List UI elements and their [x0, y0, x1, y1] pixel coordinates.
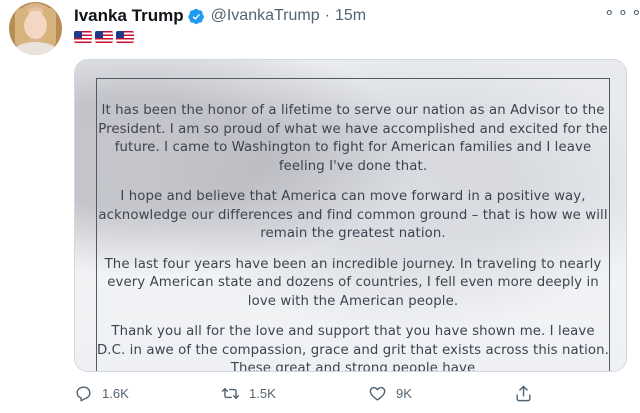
letter-text: It has been the honor of a lifetime to s…	[96, 102, 610, 372]
verified-badge-icon	[187, 8, 204, 24]
more-options-icon[interactable]: ⚬⚬⚬	[603, 4, 640, 22]
letter-paragraph: I hope and believe that America can move…	[98, 189, 608, 241]
avatar-face	[24, 12, 47, 39]
tweet-actions: 1.6K 1.5K 9K	[74, 381, 627, 405]
tweet-timestamp[interactable]: 15m	[335, 7, 366, 25]
reply-button[interactable]: 1.6K	[74, 381, 129, 405]
us-flag-icon	[74, 31, 92, 43]
heart-icon	[369, 386, 386, 401]
letter-paragraph: The last four years have been an incredi…	[104, 256, 602, 309]
tweet: Ivanka Trump @IvankaTrump · 15m ⚬⚬⚬ It h…	[0, 0, 640, 413]
us-flag-icon	[116, 31, 134, 43]
retweet-icon	[221, 387, 240, 399]
reply-icon	[76, 385, 91, 401]
tweet-header: Ivanka Trump @IvankaTrump · 15m	[74, 5, 366, 27]
letter-paragraph: It has been the honor of a lifetime to s…	[98, 103, 608, 174]
separator-dot: ·	[324, 7, 330, 24]
share-icon	[516, 385, 531, 401]
author-handle[interactable]: @IvankaTrump	[211, 7, 320, 25]
like-count: 9K	[396, 385, 412, 401]
letter-paragraph: Thank you all for the love and support t…	[96, 324, 610, 372]
share-button[interactable]	[514, 381, 533, 405]
tweet-image[interactable]: It has been the honor of a lifetime to s…	[74, 59, 627, 372]
avatar[interactable]	[9, 2, 62, 55]
us-flag-icon	[95, 31, 113, 43]
retweet-button[interactable]: 1.5K	[221, 381, 276, 405]
author-name[interactable]: Ivanka Trump	[74, 6, 184, 26]
retweet-count: 1.5K	[249, 385, 276, 401]
like-button[interactable]: 9K	[368, 381, 412, 405]
bio-flags	[74, 31, 134, 43]
reply-count: 1.6K	[102, 385, 129, 401]
avatar-body	[13, 42, 58, 55]
